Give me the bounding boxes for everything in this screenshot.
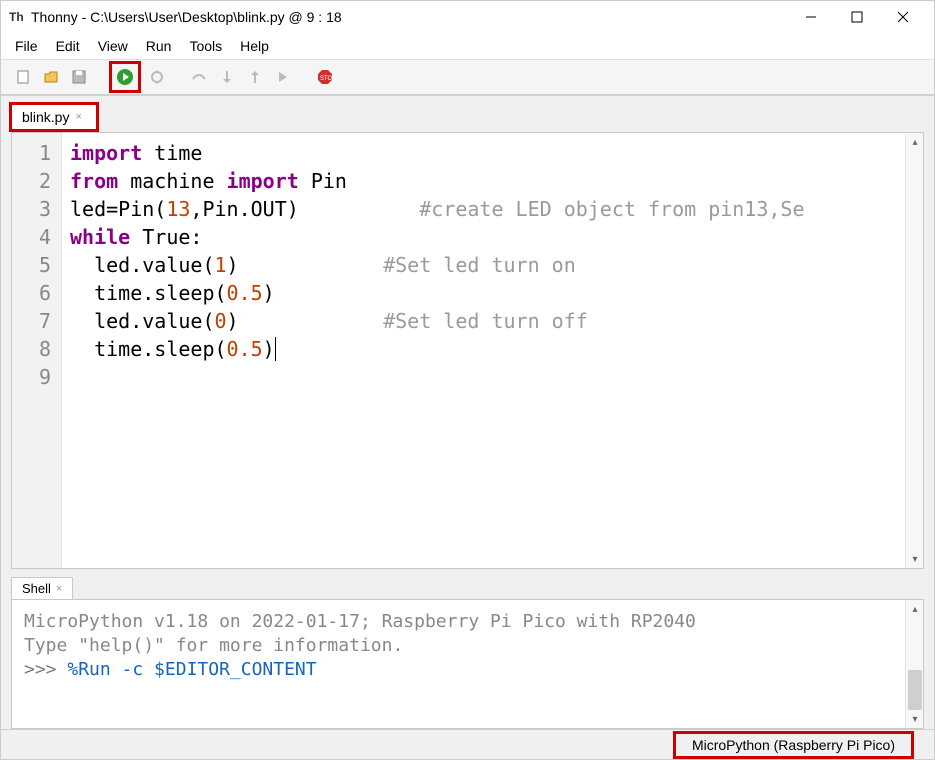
editor-tab[interactable]: blink.py ×	[9, 102, 99, 132]
save-file-icon[interactable]	[67, 65, 91, 89]
scroll-down-icon[interactable]: ▾	[906, 550, 924, 568]
scroll-thumb[interactable]	[908, 670, 922, 710]
new-file-icon[interactable]	[11, 65, 35, 89]
stop-button[interactable]: STOP	[313, 65, 337, 89]
run-button[interactable]	[113, 65, 137, 89]
maximize-button[interactable]	[834, 2, 880, 32]
interpreter-label: MicroPython (Raspberry Pi Pico)	[692, 737, 895, 753]
step-into-icon[interactable]	[215, 65, 239, 89]
menu-edit[interactable]: Edit	[48, 35, 88, 57]
scroll-down-icon[interactable]: ▾	[906, 710, 924, 728]
svg-text:STOP: STOP	[320, 76, 334, 82]
window-title: Thonny - C:\Users\User\Desktop\blink.py …	[31, 9, 788, 25]
editor-tabrow: blink.py ×	[1, 102, 934, 132]
scroll-up-icon[interactable]: ▴	[906, 600, 924, 618]
menu-help[interactable]: Help	[232, 35, 277, 57]
app-icon: Th	[9, 9, 25, 25]
shell-tab-label: Shell	[22, 581, 51, 596]
menu-file[interactable]: File	[7, 35, 46, 57]
statusbar: MicroPython (Raspberry Pi Pico)	[1, 729, 934, 759]
code-editor[interactable]: import timefrom machine import Pinled=Pi…	[62, 133, 923, 568]
close-shell-icon[interactable]: ×	[56, 583, 62, 595]
menu-view[interactable]: View	[90, 35, 136, 57]
code-pane: 123456789 import timefrom machine import…	[11, 132, 924, 569]
shell-pane[interactable]: MicroPython v1.18 on 2022-01-17; Raspber…	[11, 599, 924, 729]
svg-text:Th: Th	[9, 10, 24, 24]
resume-icon[interactable]	[271, 65, 295, 89]
minimize-button[interactable]	[788, 2, 834, 32]
open-file-icon[interactable]	[39, 65, 63, 89]
editor-area: blink.py × 123456789 import timefrom mac…	[1, 95, 934, 729]
editor-scrollbar[interactable]: ▴ ▾	[905, 133, 923, 568]
shell-output: MicroPython v1.18 on 2022-01-17; Raspber…	[12, 600, 923, 692]
step-out-icon[interactable]	[243, 65, 267, 89]
run-button-highlight	[109, 61, 141, 93]
scroll-up-icon[interactable]: ▴	[906, 133, 924, 151]
menu-run[interactable]: Run	[138, 35, 180, 57]
shell-tab[interactable]: Shell ×	[11, 577, 73, 599]
debug-icon[interactable]	[145, 65, 169, 89]
menubar: File Edit View Run Tools Help	[1, 33, 934, 59]
close-button[interactable]	[880, 2, 926, 32]
window-controls	[788, 2, 926, 32]
shell-area: Shell × MicroPython v1.18 on 2022-01-17;…	[11, 577, 924, 729]
toolbar: STOP	[1, 59, 934, 95]
editor-tab-label: blink.py	[22, 109, 69, 125]
interpreter-selector[interactable]: MicroPython (Raspberry Pi Pico)	[673, 731, 914, 759]
shell-scrollbar[interactable]: ▴ ▾	[905, 600, 923, 728]
close-tab-icon[interactable]: ×	[75, 111, 81, 123]
titlebar: Th Thonny - C:\Users\User\Desktop\blink.…	[1, 1, 934, 33]
menu-tools[interactable]: Tools	[181, 35, 230, 57]
step-over-icon[interactable]	[187, 65, 211, 89]
line-gutter: 123456789	[12, 133, 62, 568]
